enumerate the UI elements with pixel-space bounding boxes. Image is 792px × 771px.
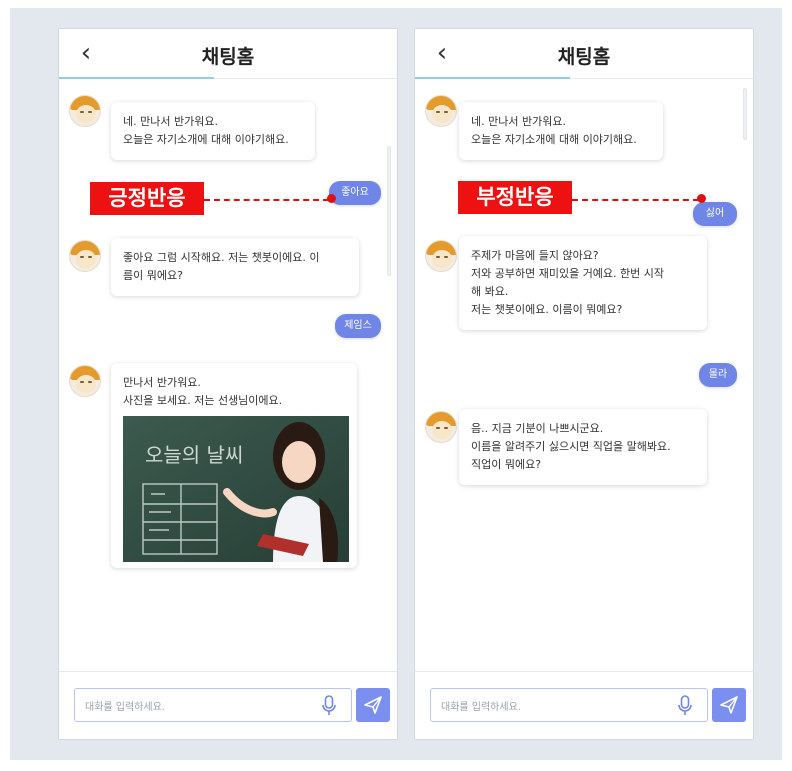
bot-message-bubble: 좋아요 그럼 시작해요. 저는 챗봇이에요. 이 름이 뭐에요? bbox=[111, 238, 359, 296]
annotation-dot bbox=[327, 194, 336, 203]
phone-screen-positive: ‹ 채팅홈 네. 만나서 반가워요. 오늘은 자기소개에 대해 이야기해요. 좋… bbox=[58, 28, 398, 740]
message-text: 네. 만나서 반가워요. bbox=[123, 115, 218, 128]
bot-message-bubble: 네. 만나서 반가워요. 오늘은 자기소개에 대해 이야기해요. bbox=[111, 102, 315, 160]
bot-avatar bbox=[425, 240, 457, 272]
chat-input-bar: 대화를 입력하세요. bbox=[59, 671, 397, 739]
annotation-connector bbox=[572, 199, 699, 201]
message-text: 름이 뭐에요? bbox=[123, 269, 183, 282]
chat-scrollbar[interactable] bbox=[387, 146, 391, 276]
bot-message-bubble: 만나서 반가워요. 사진을 보세요. 저는 선생님이에요. 오늘의 날씨 bbox=[111, 363, 357, 568]
chat-area[interactable]: 네. 만나서 반가워요. 오늘은 자기소개에 대해 이야기해요. 싫어 주제가 … bbox=[415, 80, 753, 670]
microphone-icon[interactable] bbox=[677, 695, 693, 717]
message-text: 오늘은 자기소개에 대해 이야기해요. bbox=[123, 133, 289, 146]
chat-scrollbar[interactable] bbox=[743, 88, 747, 140]
microphone-icon[interactable] bbox=[321, 695, 337, 717]
message-text: 해 봐요. bbox=[471, 285, 509, 298]
message-text: 직업이 뭐에요? bbox=[471, 458, 542, 471]
page-title: 채팅홈 bbox=[557, 46, 611, 68]
chat-input-bar: 대화를 입력하세요. bbox=[415, 671, 753, 739]
chat-area[interactable]: 네. 만나서 반가워요. 오늘은 자기소개에 대해 이야기해요. 좋아요 좋아요… bbox=[59, 80, 397, 670]
message-text: 만나서 반가워요. bbox=[123, 376, 201, 389]
user-message-bubble: 싫어 bbox=[693, 202, 737, 226]
chalkboard-text: 오늘의 날씨 bbox=[145, 443, 243, 467]
bot-message-bubble: 음.. 지금 기분이 나쁘시군요. 이름을 알려주기 싫으시면 직업을 말해봐요… bbox=[459, 409, 707, 485]
message-text: 사진을 보세요. 저는 선생님이에요. bbox=[123, 394, 283, 407]
message-text: 주제가 마음에 들지 않아요? bbox=[471, 249, 599, 262]
send-icon bbox=[720, 696, 738, 714]
page-title: 채팅홈 bbox=[201, 46, 255, 68]
message-text: 좋아요 그럼 시작해요. 저는 챗봇이에요. 이 bbox=[123, 251, 320, 264]
bot-avatar bbox=[69, 240, 101, 272]
bot-avatar bbox=[425, 411, 457, 443]
message-text: 오늘은 자기소개에 대해 이야기해요. bbox=[471, 133, 637, 146]
send-icon bbox=[364, 696, 382, 714]
bot-message-bubble: 네. 만나서 반가워요. 오늘은 자기소개에 대해 이야기해요. bbox=[459, 102, 663, 160]
message-input[interactable]: 대화를 입력하세요. bbox=[430, 688, 708, 722]
bot-avatar bbox=[425, 95, 457, 127]
annotation-dot bbox=[697, 194, 706, 203]
message-text: 저와 공부하면 재미있을 거예요. 한번 시작 bbox=[471, 267, 665, 280]
user-message-bubble: 제임스 bbox=[335, 314, 381, 338]
header-tab-indicator bbox=[59, 77, 214, 79]
message-text: 이름을 알려주기 싫으시면 직업을 말해봐요. bbox=[471, 440, 671, 453]
bot-message-bubble: 주제가 마음에 들지 않아요? 저와 공부하면 재미있을 거예요. 한번 시작 … bbox=[459, 236, 707, 330]
phone-screen-negative: ‹ 채팅홈 네. 만나서 반가워요. 오늘은 자기소개에 대해 이야기해요. 싫… bbox=[414, 28, 754, 740]
bot-avatar bbox=[69, 95, 101, 127]
chat-header: ‹ 채팅홈 bbox=[415, 29, 753, 79]
chat-header: ‹ 채팅홈 bbox=[59, 29, 397, 79]
message-text: 저는 챗봇이에요. 이름이 뭐예요? bbox=[471, 303, 623, 316]
user-message-bubble: 좋아요 bbox=[329, 181, 381, 205]
input-placeholder: 대화를 입력하세요. bbox=[85, 702, 165, 713]
message-input[interactable]: 대화를 입력하세요. bbox=[74, 688, 352, 722]
input-placeholder: 대화를 입력하세요. bbox=[441, 702, 521, 713]
message-text: 음.. 지금 기분이 나쁘시군요. bbox=[471, 422, 604, 435]
message-text: 네. 만나서 반가워요. bbox=[471, 115, 566, 128]
header-tab-indicator bbox=[415, 77, 570, 79]
annotation-connector bbox=[204, 199, 329, 201]
send-button[interactable] bbox=[356, 688, 390, 722]
send-button[interactable] bbox=[712, 688, 746, 722]
background-canvas: ‹ 채팅홈 네. 만나서 반가워요. 오늘은 자기소개에 대해 이야기해요. 좋… bbox=[10, 8, 782, 760]
negative-response-label: 부정반응 bbox=[458, 181, 572, 214]
positive-response-label: 긍정반응 bbox=[90, 182, 204, 215]
user-message-bubble: 몰라 bbox=[699, 363, 737, 387]
bot-avatar bbox=[69, 365, 101, 397]
teacher-photo: 오늘의 날씨 bbox=[123, 416, 349, 562]
